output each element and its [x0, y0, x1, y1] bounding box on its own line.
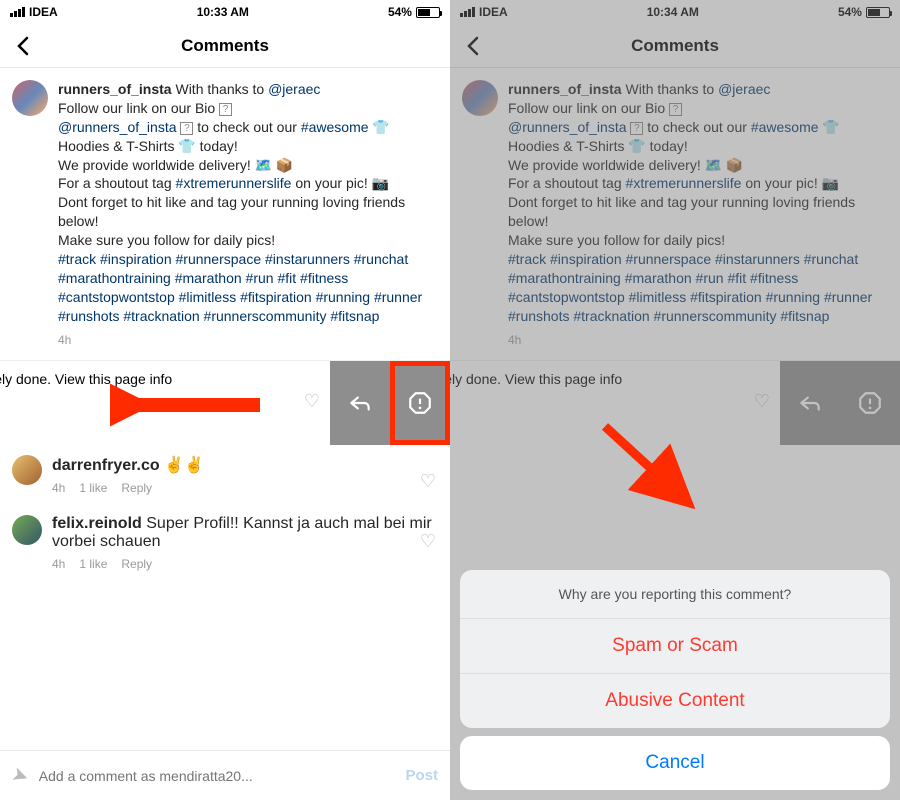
- action-sheet-title: Why are you reporting this comment?: [460, 570, 890, 619]
- report-exclamation-icon: [857, 390, 883, 416]
- comment-composer: ➤ Post: [0, 750, 450, 800]
- comment-thread: runners_of_insta With thanks to @jeraec …: [450, 68, 900, 361]
- comment-thread: runners_of_insta With thanks to @jeraec …: [0, 68, 450, 361]
- avatar[interactable]: [12, 455, 42, 485]
- reply-arrow-icon: [797, 390, 823, 416]
- comment-body: _117 Nicely done. View this page info ay…: [0, 361, 330, 445]
- like-icon[interactable]: ♡: [420, 531, 436, 552]
- comment-row: felix.reinold Super Profil!! Kannst ja a…: [0, 505, 450, 581]
- username[interactable]: runners_of_insta: [58, 81, 172, 97]
- timestamp: 4h: [52, 481, 65, 495]
- avatar[interactable]: [12, 80, 48, 116]
- username[interactable]: felix.reinold: [52, 515, 142, 532]
- battery-icon: [416, 7, 440, 18]
- chevron-left-icon: [12, 34, 36, 58]
- action-sheet-card: Why are you reporting this comment? Spam…: [460, 570, 890, 728]
- carrier-label: IDEA: [29, 5, 58, 19]
- hashtag[interactable]: #awesome: [751, 119, 819, 135]
- post-button[interactable]: Post: [405, 767, 438, 784]
- swipe-actions: [780, 361, 900, 445]
- mention[interactable]: @runners_of_insta: [508, 119, 627, 135]
- avatar[interactable]: [462, 80, 498, 116]
- like-icon[interactable]: ♡: [420, 471, 436, 492]
- nav-bar: Comments: [0, 24, 450, 68]
- battery-percent: 54%: [838, 5, 862, 19]
- reply-arrow-icon: [347, 390, 373, 416]
- screenshot-left: IDEA 10:33 AM 54% Comments runners_of_in…: [0, 0, 450, 800]
- clock: 10:33 AM: [197, 5, 249, 19]
- placeholder-glyph: ?: [630, 122, 643, 135]
- hashtag[interactable]: #xtremerunnerslife: [176, 175, 292, 191]
- caption-row: runners_of_insta With thanks to @jeraec …: [12, 80, 438, 348]
- chevron-left-icon: [462, 34, 486, 58]
- comment-body: _117 Nicely done. View this page info ay…: [450, 361, 780, 445]
- nav-bar: Comments: [450, 24, 900, 68]
- hashtag-block[interactable]: #track #inspiration #runnerspace #instar…: [508, 251, 872, 324]
- signal-icon: [460, 7, 475, 17]
- carrier-label: IDEA: [479, 5, 508, 19]
- placeholder-glyph: ?: [180, 122, 193, 135]
- swiped-comment: _117 Nicely done. View this page info ay…: [0, 361, 450, 445]
- timestamp: 4h: [508, 332, 521, 348]
- back-button[interactable]: [462, 34, 486, 58]
- report-abusive-option[interactable]: Abusive Content: [460, 673, 890, 728]
- back-button[interactable]: [12, 34, 36, 58]
- action-sheet: Why are you reporting this comment? Spam…: [460, 570, 890, 790]
- username[interactable]: runners_of_insta: [508, 81, 622, 97]
- comment-row: darrenfryer.co ✌️✌️ 4h 1 like Reply ♡: [0, 445, 450, 505]
- signal-icon: [10, 7, 25, 17]
- status-bar: IDEA 10:34 AM 54%: [450, 0, 900, 24]
- timestamp: 4h: [58, 332, 71, 348]
- username[interactable]: darrenfryer.co: [52, 457, 160, 474]
- caption-row: runners_of_insta With thanks to @jeraec …: [462, 80, 888, 348]
- mention[interactable]: @jeraec: [718, 81, 770, 97]
- screenshot-right: IDEA 10:34 AM 54% Comments runners_of_in…: [450, 0, 900, 800]
- like-count[interactable]: 1 like: [79, 557, 107, 571]
- report-exclamation-icon: [407, 390, 433, 416]
- caption-body: runners_of_insta With thanks to @jeraec …: [58, 80, 438, 348]
- report-action-button[interactable]: [390, 361, 450, 445]
- clock: 10:34 AM: [647, 5, 699, 19]
- report-spam-option[interactable]: Spam or Scam: [460, 619, 890, 673]
- swipe-actions: [330, 361, 450, 445]
- placeholder-glyph: ?: [219, 103, 232, 116]
- comment-input[interactable]: [39, 768, 396, 784]
- battery-icon: [866, 7, 890, 18]
- page-title: Comments: [181, 36, 269, 56]
- status-bar: IDEA 10:33 AM 54%: [0, 0, 450, 24]
- hashtag[interactable]: #awesome: [301, 119, 369, 135]
- reply-button[interactable]: Reply: [121, 557, 152, 571]
- placeholder-glyph: ?: [669, 103, 682, 116]
- hashtag-block[interactable]: #track #inspiration #runnerspace #instar…: [58, 251, 422, 324]
- direct-share-icon[interactable]: ➤: [8, 761, 32, 790]
- swiped-comment: _117 Nicely done. View this page info ay…: [450, 361, 900, 445]
- battery-percent: 54%: [388, 5, 412, 19]
- reply-action-button[interactable]: [330, 361, 390, 445]
- reply-button[interactable]: Reply: [121, 481, 152, 495]
- hashtag[interactable]: #xtremerunnerslife: [626, 175, 742, 191]
- mention[interactable]: @jeraec: [268, 81, 320, 97]
- timestamp: 4h: [52, 557, 65, 571]
- action-sheet-cancel[interactable]: Cancel: [460, 736, 890, 790]
- mention[interactable]: @runners_of_insta: [58, 119, 177, 135]
- avatar[interactable]: [12, 515, 42, 545]
- reply-action-button[interactable]: [780, 361, 840, 445]
- like-icon[interactable]: ♡: [304, 391, 320, 412]
- report-action-button[interactable]: [840, 361, 900, 445]
- like-icon[interactable]: ♡: [754, 391, 770, 412]
- like-count[interactable]: 1 like: [79, 481, 107, 495]
- caption-body: runners_of_insta With thanks to @jeraec …: [508, 80, 888, 348]
- page-title: Comments: [631, 36, 719, 56]
